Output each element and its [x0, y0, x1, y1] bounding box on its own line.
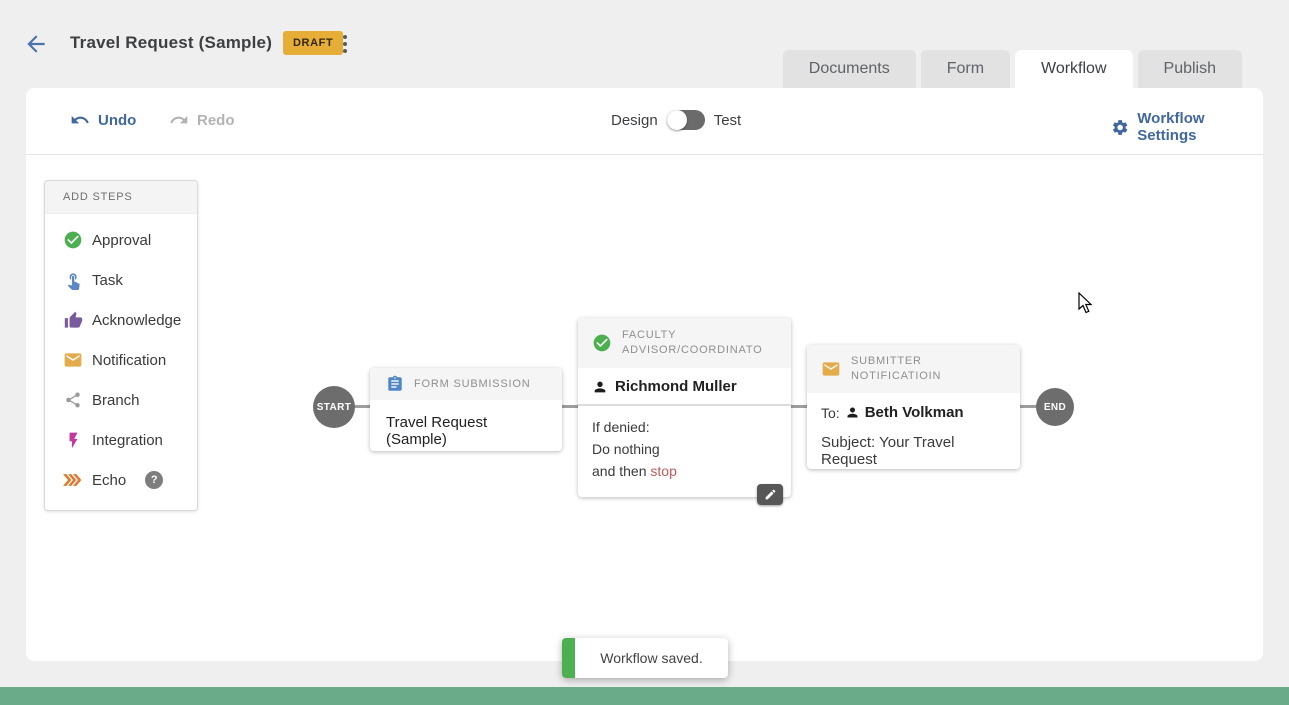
- toast-notification: Workflow saved.: [562, 638, 728, 678]
- notification-card-header: SUBMITTER NOTIFICATIOIN: [807, 345, 1020, 393]
- mouse-cursor: [1078, 292, 1098, 319]
- form-submission-step-card[interactable]: FORM SUBMISSION Travel Request (Sample): [370, 368, 562, 451]
- step-type-label: FORM SUBMISSION: [414, 377, 531, 392]
- redo-icon: [169, 110, 189, 130]
- status-badge: DRAFT: [283, 31, 343, 55]
- test-label: Test: [714, 112, 742, 129]
- thumb-up-icon: [63, 310, 83, 330]
- help-icon[interactable]: ?: [145, 471, 163, 489]
- add-step-echo[interactable]: Echo ?: [45, 460, 197, 500]
- assignee-name: Richmond Muller: [615, 378, 737, 395]
- redo-button[interactable]: Redo: [169, 110, 235, 130]
- page-title: Travel Request (Sample): [70, 33, 272, 53]
- tab-bar: Documents Form Workflow Publish: [783, 50, 1242, 88]
- workflow-toolbar: Undo Redo Design Test Workflow Settings: [26, 88, 1263, 155]
- footer-bar: [0, 687, 1289, 705]
- workflow-settings-label: Workflow Settings: [1137, 110, 1263, 144]
- back-button[interactable]: [23, 31, 49, 57]
- chevrons-icon: [63, 470, 83, 490]
- tab-documents[interactable]: Documents: [783, 50, 916, 88]
- add-step-notification[interactable]: Notification: [45, 340, 197, 380]
- add-step-task[interactable]: Task: [45, 260, 197, 300]
- add-steps-title: ADD STEPS: [45, 181, 197, 214]
- design-test-toggle[interactable]: [667, 110, 705, 130]
- add-step-approval[interactable]: Approval: [45, 220, 197, 260]
- design-label: Design: [611, 112, 658, 129]
- add-step-label: Approval: [92, 232, 151, 249]
- undo-icon: [70, 110, 90, 130]
- toggle-knob: [667, 110, 687, 130]
- clipboard-icon: [386, 375, 404, 393]
- toast-message: Workflow saved.: [575, 650, 728, 666]
- add-step-acknowledge[interactable]: Acknowledge: [45, 300, 197, 340]
- approval-card-header: FACULTY ADVISOR/COORDINATO: [578, 318, 791, 368]
- add-steps-palette: ADD STEPS Approval Task Acknowledge Noti…: [44, 180, 198, 511]
- app-header: Travel Request (Sample) DRAFT Documents …: [0, 0, 1289, 88]
- back-arrow-icon: [23, 31, 49, 57]
- touch-hand-icon: [63, 270, 83, 290]
- tab-workflow[interactable]: Workflow: [1015, 50, 1133, 88]
- edit-step-button[interactable]: [757, 484, 783, 505]
- add-step-integration[interactable]: Integration: [45, 420, 197, 460]
- step-type-label: SUBMITTER NOTIFICATIOIN: [851, 354, 1006, 384]
- check-circle-icon: [592, 333, 612, 353]
- add-step-label: Integration: [92, 432, 163, 449]
- rule-line: Do nothing: [592, 438, 777, 460]
- rule-line: and then stop: [592, 460, 777, 482]
- kebab-menu-button[interactable]: [338, 33, 352, 55]
- pencil-icon: [764, 488, 777, 501]
- toast-accent-bar: [562, 638, 575, 678]
- share-icon: [63, 390, 83, 410]
- approval-step-card[interactable]: FACULTY ADVISOR/COORDINATO Richmond Mull…: [578, 318, 791, 497]
- undo-button[interactable]: Undo: [70, 110, 136, 130]
- redo-label: Redo: [197, 112, 235, 129]
- add-step-label: Notification: [92, 352, 166, 369]
- undo-label: Undo: [98, 112, 136, 129]
- notification-card-body: To: Beth Volkman Subject: Your Travel Re…: [807, 393, 1020, 480]
- notification-step-card[interactable]: SUBMITTER NOTIFICATIOIN To: Beth Volkman…: [807, 345, 1020, 469]
- recipient-row: To: Beth Volkman: [821, 404, 1006, 421]
- recipient-name: Beth Volkman: [865, 404, 964, 421]
- envelope-icon: [821, 359, 841, 379]
- mode-toggle-group: Design Test: [611, 110, 741, 130]
- add-step-label: Echo: [92, 472, 126, 489]
- assignee-row: Richmond Muller: [578, 368, 791, 406]
- add-step-label: Acknowledge: [92, 312, 181, 329]
- envelope-icon: [63, 350, 83, 370]
- workflow-settings-button[interactable]: Workflow Settings: [1111, 110, 1263, 144]
- add-step-branch[interactable]: Branch: [45, 380, 197, 420]
- to-label: To:: [821, 405, 840, 421]
- rule-line: If denied:: [592, 416, 777, 438]
- lightning-icon: [63, 430, 83, 450]
- workflow-builder-app: Travel Request (Sample) DRAFT Documents …: [0, 0, 1289, 705]
- denial-rules: If denied: Do nothing and then stop: [578, 406, 791, 496]
- add-step-label: Task: [92, 272, 123, 289]
- check-circle-icon: [63, 230, 83, 250]
- subject-line: Subject: Your Travel Request: [821, 434, 1006, 468]
- tab-publish[interactable]: Publish: [1138, 50, 1242, 88]
- tab-form[interactable]: Form: [921, 50, 1010, 88]
- step-type-label: FACULTY ADVISOR/COORDINATO: [622, 328, 777, 358]
- form-card-title: Travel Request (Sample): [370, 400, 562, 462]
- stop-action-text: stop: [650, 463, 676, 479]
- form-card-header: FORM SUBMISSION: [370, 368, 562, 400]
- add-steps-list: Approval Task Acknowledge Notification B…: [45, 214, 197, 510]
- start-node: START: [313, 386, 355, 428]
- person-icon: [592, 379, 608, 395]
- gear-icon: [1111, 118, 1129, 137]
- person-icon: [845, 405, 860, 420]
- end-node: END: [1036, 388, 1074, 426]
- add-step-label: Branch: [92, 392, 140, 409]
